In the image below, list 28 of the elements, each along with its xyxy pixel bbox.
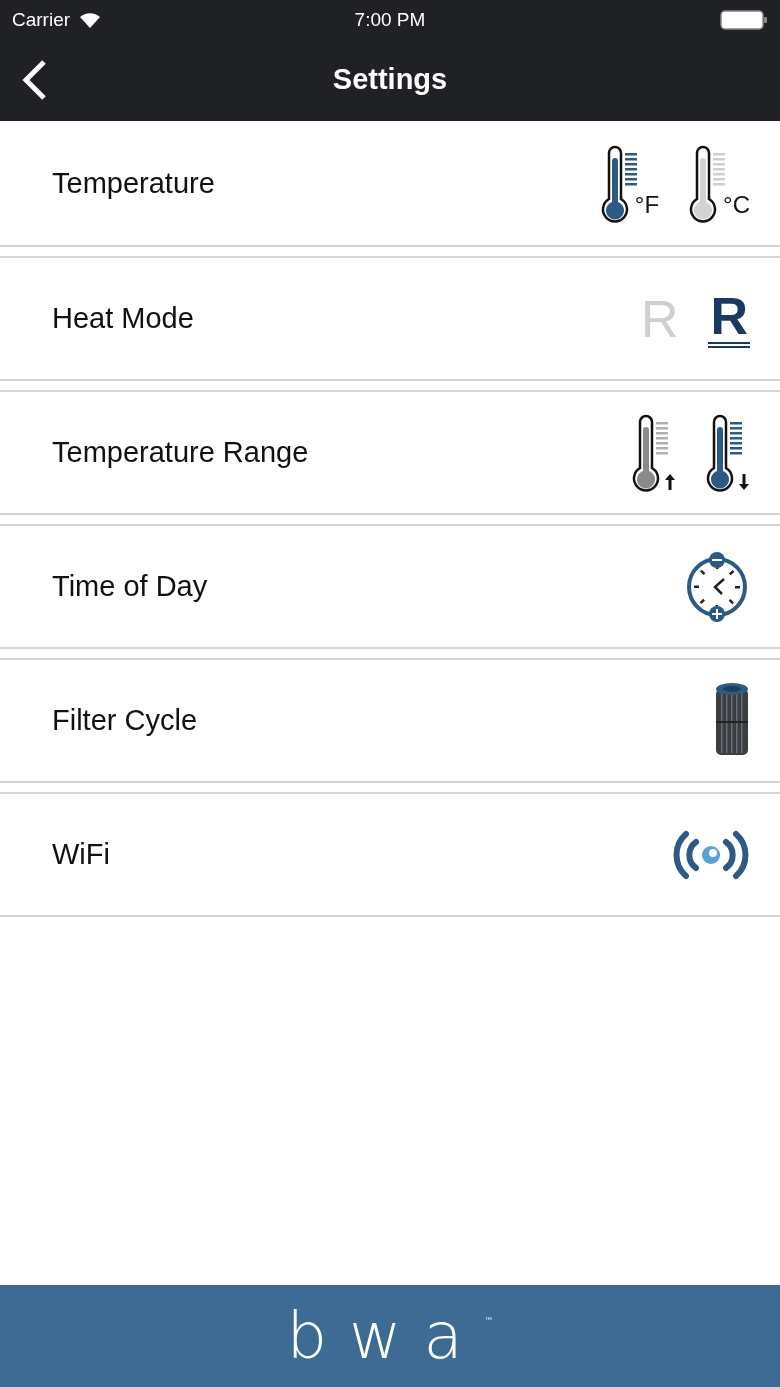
heat-mode-option[interactable]: R — [708, 289, 750, 348]
settings-row[interactable]: WiFi — [0, 792, 780, 917]
setting-label: Temperature Range — [52, 436, 309, 469]
setting-label: WiFi — [52, 838, 110, 871]
settings-row[interactable]: Temperature Range — [0, 390, 780, 515]
trademark-mark: ™ — [484, 1316, 494, 1326]
unit-label: °F — [634, 190, 660, 219]
battery-icon — [720, 10, 768, 30]
thermometer-option[interactable] — [704, 413, 750, 492]
clock-time: 7:00 PM — [354, 9, 426, 31]
settings-row[interactable]: Filter Cycle — [0, 658, 780, 783]
settings-row[interactable]: Temperature °F °C — [0, 122, 780, 247]
setting-label: Heat Mode — [52, 302, 194, 335]
thermometer-option[interactable]: °F — [598, 144, 660, 223]
carrier-label: Carrier — [12, 9, 71, 31]
thermometer-option[interactable] — [630, 413, 676, 492]
unit-label: °C — [723, 190, 750, 219]
wifi-signal-icon — [78, 11, 103, 29]
page-title: Settings — [332, 63, 448, 96]
thermometer-icon — [630, 413, 676, 492]
thermometer-option[interactable]: °C — [687, 144, 750, 223]
brand-logo: bwa — [286, 1304, 485, 1368]
setting-label: Time of Day — [52, 570, 208, 603]
settings-row[interactable]: Time of Day — [0, 524, 780, 649]
clock-icon[interactable] — [684, 551, 750, 622]
thermometer-icon — [704, 413, 750, 492]
setting-label: Filter Cycle — [52, 704, 197, 737]
setting-label: Temperature — [52, 167, 215, 200]
